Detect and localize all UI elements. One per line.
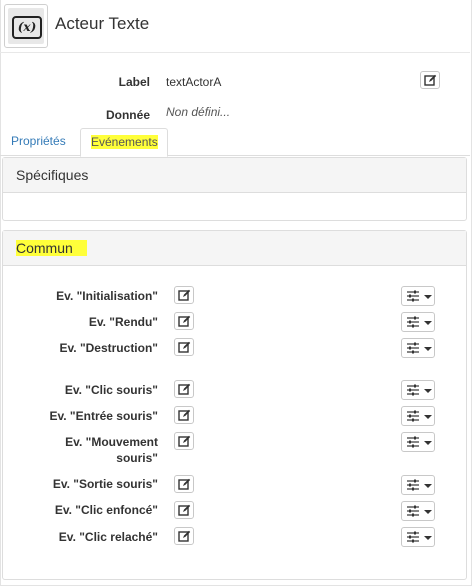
specific-panel: Spécifiques bbox=[2, 157, 467, 221]
event-label: Ev. "Clic souris" bbox=[64, 383, 158, 397]
event-label: Ev. "Mouvement souris" bbox=[65, 435, 158, 465]
edit-icon bbox=[424, 74, 437, 86]
actor-type-icon: (x) bbox=[4, 4, 48, 48]
event-options-dropdown[interactable] bbox=[401, 286, 435, 306]
tab-events-label: Evénements bbox=[91, 135, 158, 149]
edit-event-button[interactable] bbox=[174, 475, 194, 493]
event-label: Ev. "Destruction" bbox=[59, 341, 158, 355]
sliders-icon bbox=[407, 479, 419, 491]
common-panel: Commun bbox=[2, 230, 467, 580]
event-label: Ev. "Sortie souris" bbox=[52, 477, 158, 491]
edit-icon bbox=[178, 383, 191, 395]
sliders-icon bbox=[407, 531, 419, 543]
event-label: Ev. "Rendu" bbox=[88, 315, 158, 329]
edit-event-button[interactable] bbox=[174, 501, 194, 519]
edit-event-button[interactable] bbox=[174, 432, 194, 450]
sliders-icon bbox=[407, 436, 419, 448]
edit-event-button[interactable] bbox=[174, 527, 194, 545]
edit-event-button[interactable] bbox=[174, 286, 194, 304]
event-options-dropdown[interactable] bbox=[401, 312, 435, 332]
chevron-down-icon bbox=[424, 321, 432, 325]
edit-event-button[interactable] bbox=[174, 312, 194, 330]
edit-icon bbox=[178, 504, 191, 516]
edit-event-button[interactable] bbox=[174, 338, 194, 356]
page-title: Acteur Texte bbox=[55, 14, 150, 33]
event-label: Ev. "Clic relaché" bbox=[58, 530, 158, 544]
event-options-dropdown[interactable] bbox=[401, 380, 435, 400]
edit-event-button[interactable] bbox=[174, 380, 194, 398]
edit-icon bbox=[178, 409, 191, 421]
sliders-icon bbox=[407, 290, 419, 302]
edit-icon bbox=[178, 435, 191, 447]
edit-icon bbox=[178, 530, 191, 542]
tab-properties[interactable]: Propriétés bbox=[1, 128, 76, 155]
variable-x-icon: (x) bbox=[12, 16, 42, 39]
chevron-down-icon bbox=[424, 347, 432, 351]
edit-label-button[interactable] bbox=[420, 71, 440, 89]
event-options-dropdown[interactable] bbox=[401, 475, 435, 495]
sliders-icon bbox=[407, 316, 419, 328]
event-options-dropdown[interactable] bbox=[401, 406, 435, 426]
chevron-down-icon bbox=[424, 536, 432, 540]
event-label: Ev. "Initialisation" bbox=[56, 289, 158, 303]
tab-events[interactable]: Evénements bbox=[80, 128, 168, 157]
label-field-value: textActorA bbox=[166, 75, 222, 89]
edit-icon bbox=[178, 289, 191, 301]
chevron-down-icon bbox=[424, 415, 432, 419]
event-options-dropdown[interactable] bbox=[401, 501, 435, 521]
data-field-value: Non défini... bbox=[166, 105, 231, 119]
sliders-icon bbox=[407, 384, 419, 396]
event-label: Ev. "Clic enfoncé" bbox=[54, 503, 158, 517]
sliders-icon bbox=[407, 505, 419, 517]
edit-icon bbox=[178, 478, 191, 490]
event-options-dropdown[interactable] bbox=[401, 338, 435, 358]
chevron-down-icon bbox=[424, 484, 432, 488]
chevron-down-icon bbox=[424, 295, 432, 299]
chevron-down-icon bbox=[424, 510, 432, 514]
edit-event-button[interactable] bbox=[174, 406, 194, 424]
data-field-label: Donnée bbox=[105, 108, 150, 122]
common-panel-title: Commun bbox=[16, 240, 87, 256]
label-field-label: Label bbox=[118, 75, 150, 89]
specific-panel-title: Spécifiques bbox=[3, 158, 466, 193]
sliders-icon bbox=[407, 342, 419, 354]
event-options-dropdown[interactable] bbox=[401, 527, 435, 547]
sliders-icon bbox=[407, 410, 419, 422]
edit-icon bbox=[178, 341, 191, 353]
edit-icon bbox=[178, 315, 191, 327]
chevron-down-icon bbox=[424, 441, 432, 445]
header-divider bbox=[0, 52, 470, 53]
tab-bar-divider bbox=[0, 155, 470, 156]
chevron-down-icon bbox=[424, 389, 432, 393]
event-label: Ev. "Entrée souris" bbox=[49, 409, 158, 423]
event-options-dropdown[interactable] bbox=[401, 432, 435, 452]
